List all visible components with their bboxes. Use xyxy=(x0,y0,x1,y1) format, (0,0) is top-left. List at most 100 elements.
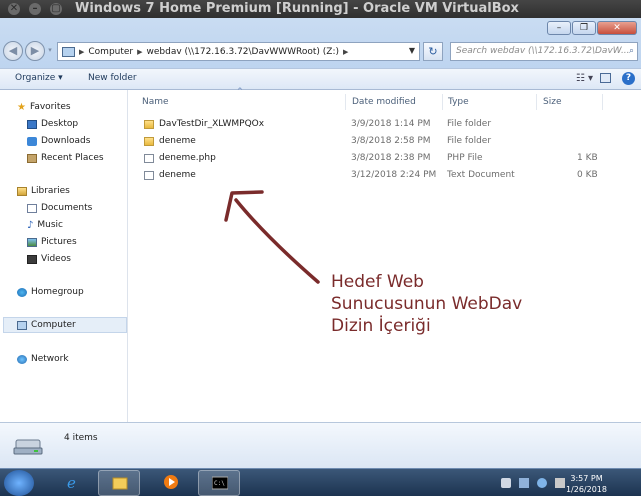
folder-icon xyxy=(144,137,154,146)
nav-computer-label: Computer xyxy=(31,320,76,330)
recent-pages-dropdown[interactable]: ▾ xyxy=(45,41,55,61)
nav-libraries-label: Libraries xyxy=(31,186,70,196)
table-row[interactable]: deneme.php 3/8/2018 2:38 PM PHP File 1 K… xyxy=(129,150,641,167)
clock[interactable]: 3:57 PM 1/26/2018 xyxy=(566,473,607,495)
file-type: File folder xyxy=(447,119,492,129)
nav-music-label: Music xyxy=(37,220,63,230)
maximize-icon[interactable]: ▢ xyxy=(50,3,62,15)
ie-taskbar-button[interactable]: e xyxy=(52,470,94,496)
address-bar[interactable]: ▶ Computer ▶ webdav (\\172.16.3.72\DavWW… xyxy=(57,42,420,61)
network-tray-icon[interactable] xyxy=(537,478,547,488)
close-icon[interactable]: ✕ xyxy=(8,3,20,15)
nav-computer[interactable]: Computer xyxy=(3,317,127,333)
nav-pictures-label: Pictures xyxy=(41,237,77,247)
file-date: 3/8/2018 2:38 PM xyxy=(351,153,431,163)
media-player-icon xyxy=(164,475,178,489)
star-icon: ★ xyxy=(17,101,26,113)
libraries-icon xyxy=(17,186,27,196)
volume-icon[interactable] xyxy=(555,478,565,488)
nav-documents-label: Documents xyxy=(41,203,93,213)
media-player-taskbar-button[interactable] xyxy=(150,470,192,496)
refresh-button[interactable]: ↻ xyxy=(423,42,443,61)
column-header-type[interactable]: Type xyxy=(443,94,537,110)
nav-downloads-label: Downloads xyxy=(41,136,91,146)
nav-homegroup-label: Homegroup xyxy=(31,287,84,297)
file-type: PHP File xyxy=(447,153,483,163)
file-size: 1 KB xyxy=(577,153,598,163)
text-file-icon xyxy=(144,171,154,180)
videos-icon xyxy=(27,254,37,264)
file-name: deneme xyxy=(159,136,196,146)
command-bar: Organize ▾ New folder ☷ ▾ ? xyxy=(0,68,641,90)
organize-button[interactable]: Organize ▾ xyxy=(15,73,63,83)
nav-network[interactable]: Network xyxy=(17,351,144,367)
navigation-pane: ★ Favorites Desktop Downloads Recent Pla… xyxy=(0,90,128,422)
file-date: 3/8/2018 2:58 PM xyxy=(351,136,431,146)
file-date: 3/9/2018 1:14 PM xyxy=(351,119,431,129)
search-icon[interactable]: ⌕ xyxy=(629,43,634,60)
file-icon xyxy=(144,154,154,163)
nav-homegroup[interactable]: Homegroup xyxy=(17,284,144,300)
preview-pane-icon[interactable] xyxy=(600,73,611,83)
file-type: Text Document xyxy=(447,170,515,180)
annotation-line-3: Dizin İçeriği xyxy=(331,316,431,336)
nav-desktop-label: Desktop xyxy=(41,119,79,129)
nav-favorites[interactable]: ★ Favorites xyxy=(17,99,144,115)
search-input[interactable]: Search webdav (\\172.16.3.72\DavW... ⌕ xyxy=(450,42,638,61)
column-header-name[interactable]: Name xyxy=(129,94,346,110)
file-name: deneme.php xyxy=(159,153,216,163)
breadcrumb-webdav[interactable]: webdav (\\172.16.3.72\DavWWWRoot) (Z:) xyxy=(147,47,339,57)
network-icon xyxy=(17,354,27,364)
internet-explorer-icon: e xyxy=(67,474,76,490)
window-controls: – ❐ ✕ xyxy=(547,21,637,35)
minimize-button[interactable]: – xyxy=(547,21,571,35)
chevron-right-icon[interactable]: ▶ xyxy=(343,48,348,56)
new-folder-button[interactable]: New folder xyxy=(88,73,137,83)
documents-icon xyxy=(27,203,37,213)
explorer-taskbar-button[interactable] xyxy=(98,470,140,496)
clock-time: 3:57 PM xyxy=(570,474,603,483)
minimize-icon[interactable]: – xyxy=(29,3,41,15)
cmd-taskbar-button[interactable]: C:\ xyxy=(198,470,240,496)
close-button[interactable]: ✕ xyxy=(597,21,637,35)
action-center-icon[interactable] xyxy=(519,478,529,488)
computer-icon xyxy=(62,46,75,57)
file-name: deneme xyxy=(159,170,196,180)
navigation-row: ◀ ▶ ▾ ▶ Computer ▶ webdav (\\172.16.3.72… xyxy=(3,40,638,62)
maximize-button[interactable]: ❐ xyxy=(572,21,596,35)
computer-icon xyxy=(17,320,27,330)
start-button[interactable] xyxy=(4,470,34,496)
forward-button[interactable]: ▶ xyxy=(25,41,45,61)
back-button[interactable]: ◀ xyxy=(3,41,23,61)
chevron-right-icon[interactable]: ▶ xyxy=(137,48,142,56)
file-name: DavTestDir_XLWMPQOx xyxy=(159,119,265,129)
column-header-date[interactable]: Date modified xyxy=(346,94,443,110)
table-row[interactable]: deneme 3/12/2018 2:24 PM Text Document 0… xyxy=(129,167,641,184)
chevron-right-icon[interactable]: ▶ xyxy=(79,48,84,56)
desktop-icon xyxy=(27,119,37,129)
nav-libraries[interactable]: Libraries xyxy=(17,183,144,199)
table-row[interactable]: DavTestDir_XLWMPQOx 3/9/2018 1:14 PM Fil… xyxy=(129,116,641,133)
nav-recent-label: Recent Places xyxy=(41,153,104,163)
folder-icon xyxy=(112,477,128,490)
file-type: File folder xyxy=(447,136,492,146)
column-header-size[interactable]: Size xyxy=(537,94,603,110)
command-prompt-icon: C:\ xyxy=(212,476,228,490)
tray-arrow-icon[interactable] xyxy=(501,478,511,488)
change-view-icon[interactable]: ☷ ▾ xyxy=(576,73,593,84)
nav-videos-label: Videos xyxy=(41,254,71,264)
nav-network-label: Network xyxy=(31,354,69,364)
address-dropdown-icon[interactable]: ▼ xyxy=(409,46,415,55)
breadcrumb-computer[interactable]: Computer xyxy=(88,47,133,57)
network-drive-icon xyxy=(13,439,43,455)
table-row[interactable]: deneme 3/8/2018 2:58 PM File folder xyxy=(129,133,641,150)
file-date: 3/12/2018 2:24 PM xyxy=(351,170,437,180)
window-title: Windows 7 Home Premium [Running] - Oracl… xyxy=(75,1,519,16)
file-size: 0 KB xyxy=(577,170,598,180)
downloads-icon xyxy=(27,136,37,146)
clock-date: 1/26/2018 xyxy=(565,485,607,494)
taskbar: e C:\ 3:57 PM 1/26/2018 xyxy=(0,468,641,496)
help-icon[interactable]: ? xyxy=(622,72,635,85)
annotation-line-1: Hedef Web xyxy=(331,272,424,292)
recent-places-icon xyxy=(27,153,37,163)
